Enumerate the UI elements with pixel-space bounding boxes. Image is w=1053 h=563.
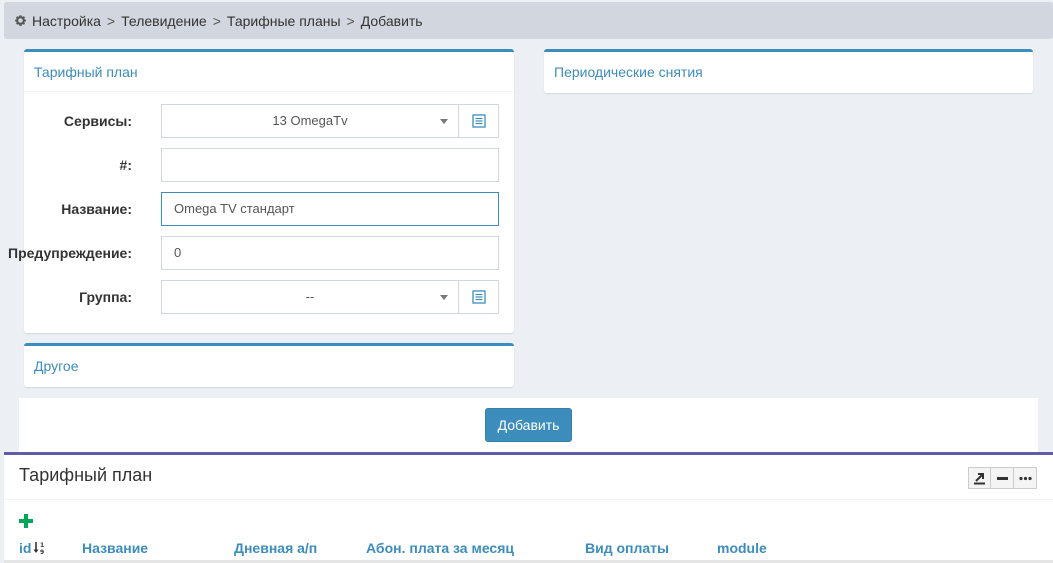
export-button[interactable] <box>968 467 991 489</box>
add-button[interactable]: Добавить <box>485 408 572 442</box>
table-divider <box>4 499 1053 500</box>
column-header-payment-type[interactable]: Вид оплаты <box>585 540 669 556</box>
services-list-button[interactable] <box>459 104 499 138</box>
breadcrumb-item-add: Добавить <box>360 12 423 29</box>
tariff-plan-box: Тарифный план Сервисы: 13 OmegaTv #: Наз… <box>8 49 514 333</box>
column-header-name[interactable]: Название <box>82 540 148 556</box>
form-actions: Добавить <box>19 398 1038 452</box>
minus-icon <box>996 476 1008 480</box>
services-row: Сервисы: 13 OmegaTv <box>24 104 514 138</box>
group-select-value: -- <box>305 289 315 304</box>
add-row-button[interactable] <box>19 514 33 528</box>
chevron-down-icon <box>440 119 448 124</box>
breadcrumb-separator: > <box>106 12 116 29</box>
name-input[interactable]: Omega TV стандарт <box>161 192 499 226</box>
plus-icon <box>19 514 33 528</box>
column-header-id[interactable]: id 19 <box>19 540 47 556</box>
svg-text:1: 1 <box>40 542 44 549</box>
breadcrumb-separator: > <box>212 12 221 29</box>
group-row: Группа: -- <box>24 280 514 314</box>
column-header-id-label: id <box>19 540 32 556</box>
box-tools <box>968 467 1037 489</box>
services-label: Сервисы: <box>63 113 132 129</box>
more-button[interactable] <box>1014 467 1037 489</box>
warning-input[interactable]: 0 <box>161 236 499 270</box>
tariff-plan-box-title: Тарифный план <box>24 52 514 92</box>
breadcrumb-item-settings[interactable]: Настройка <box>32 13 101 29</box>
breadcrumb-item-tv[interactable]: Телевидение <box>121 13 207 29</box>
periodic-charges-title[interactable]: Периодические снятия <box>544 52 1033 92</box>
table-title: Тарифный план <box>19 465 153 485</box>
export-icon <box>974 472 985 484</box>
breadcrumb-item-tariff-plans[interactable]: Тарифные планы <box>227 13 341 29</box>
number-label: #: <box>119 157 132 173</box>
other-box: Другое <box>24 343 514 387</box>
services-select-value: 13 OmegaTv <box>272 113 348 128</box>
periodic-charges-box: Периодические снятия <box>544 49 1033 93</box>
svg-text:9: 9 <box>40 549 44 555</box>
breadcrumb-separator: > <box>346 12 355 29</box>
chevron-down-icon <box>440 295 448 300</box>
list-icon <box>471 290 486 304</box>
group-list-button[interactable] <box>459 280 499 314</box>
group-label: Группа: <box>79 289 132 305</box>
group-select[interactable]: -- <box>161 280 459 314</box>
table-header-row: id 19 Название Дневная а/п Абон. плата з… <box>4 540 1053 560</box>
name-row: Название: Omega TV стандарт <box>24 192 514 226</box>
gear-icon <box>14 14 28 28</box>
other-box-title[interactable]: Другое <box>24 346 514 386</box>
ellipsis-icon <box>1018 476 1032 480</box>
breadcrumb: Настройка > Телевидение > Тарифные планы… <box>4 2 1053 39</box>
number-row: #: <box>24 148 514 182</box>
list-icon <box>471 114 486 128</box>
column-header-monthly-fee[interactable]: Абон. плата за месяц <box>366 540 514 556</box>
name-label: Название: <box>61 201 132 217</box>
sort-numeric-desc-icon: 19 <box>33 542 45 555</box>
warning-label: Предупреждение: <box>8 245 132 261</box>
collapse-button[interactable] <box>991 467 1014 489</box>
number-input[interactable] <box>161 148 499 182</box>
tariff-plan-table-box: Тарифный план id 19 Название Дневная а/п… <box>4 452 1053 563</box>
column-header-daily-fee[interactable]: Дневная а/п <box>234 540 317 556</box>
column-header-module[interactable]: module <box>717 540 767 556</box>
warning-row: Предупреждение: 0 <box>8 236 514 270</box>
services-select[interactable]: 13 OmegaTv <box>161 104 459 138</box>
